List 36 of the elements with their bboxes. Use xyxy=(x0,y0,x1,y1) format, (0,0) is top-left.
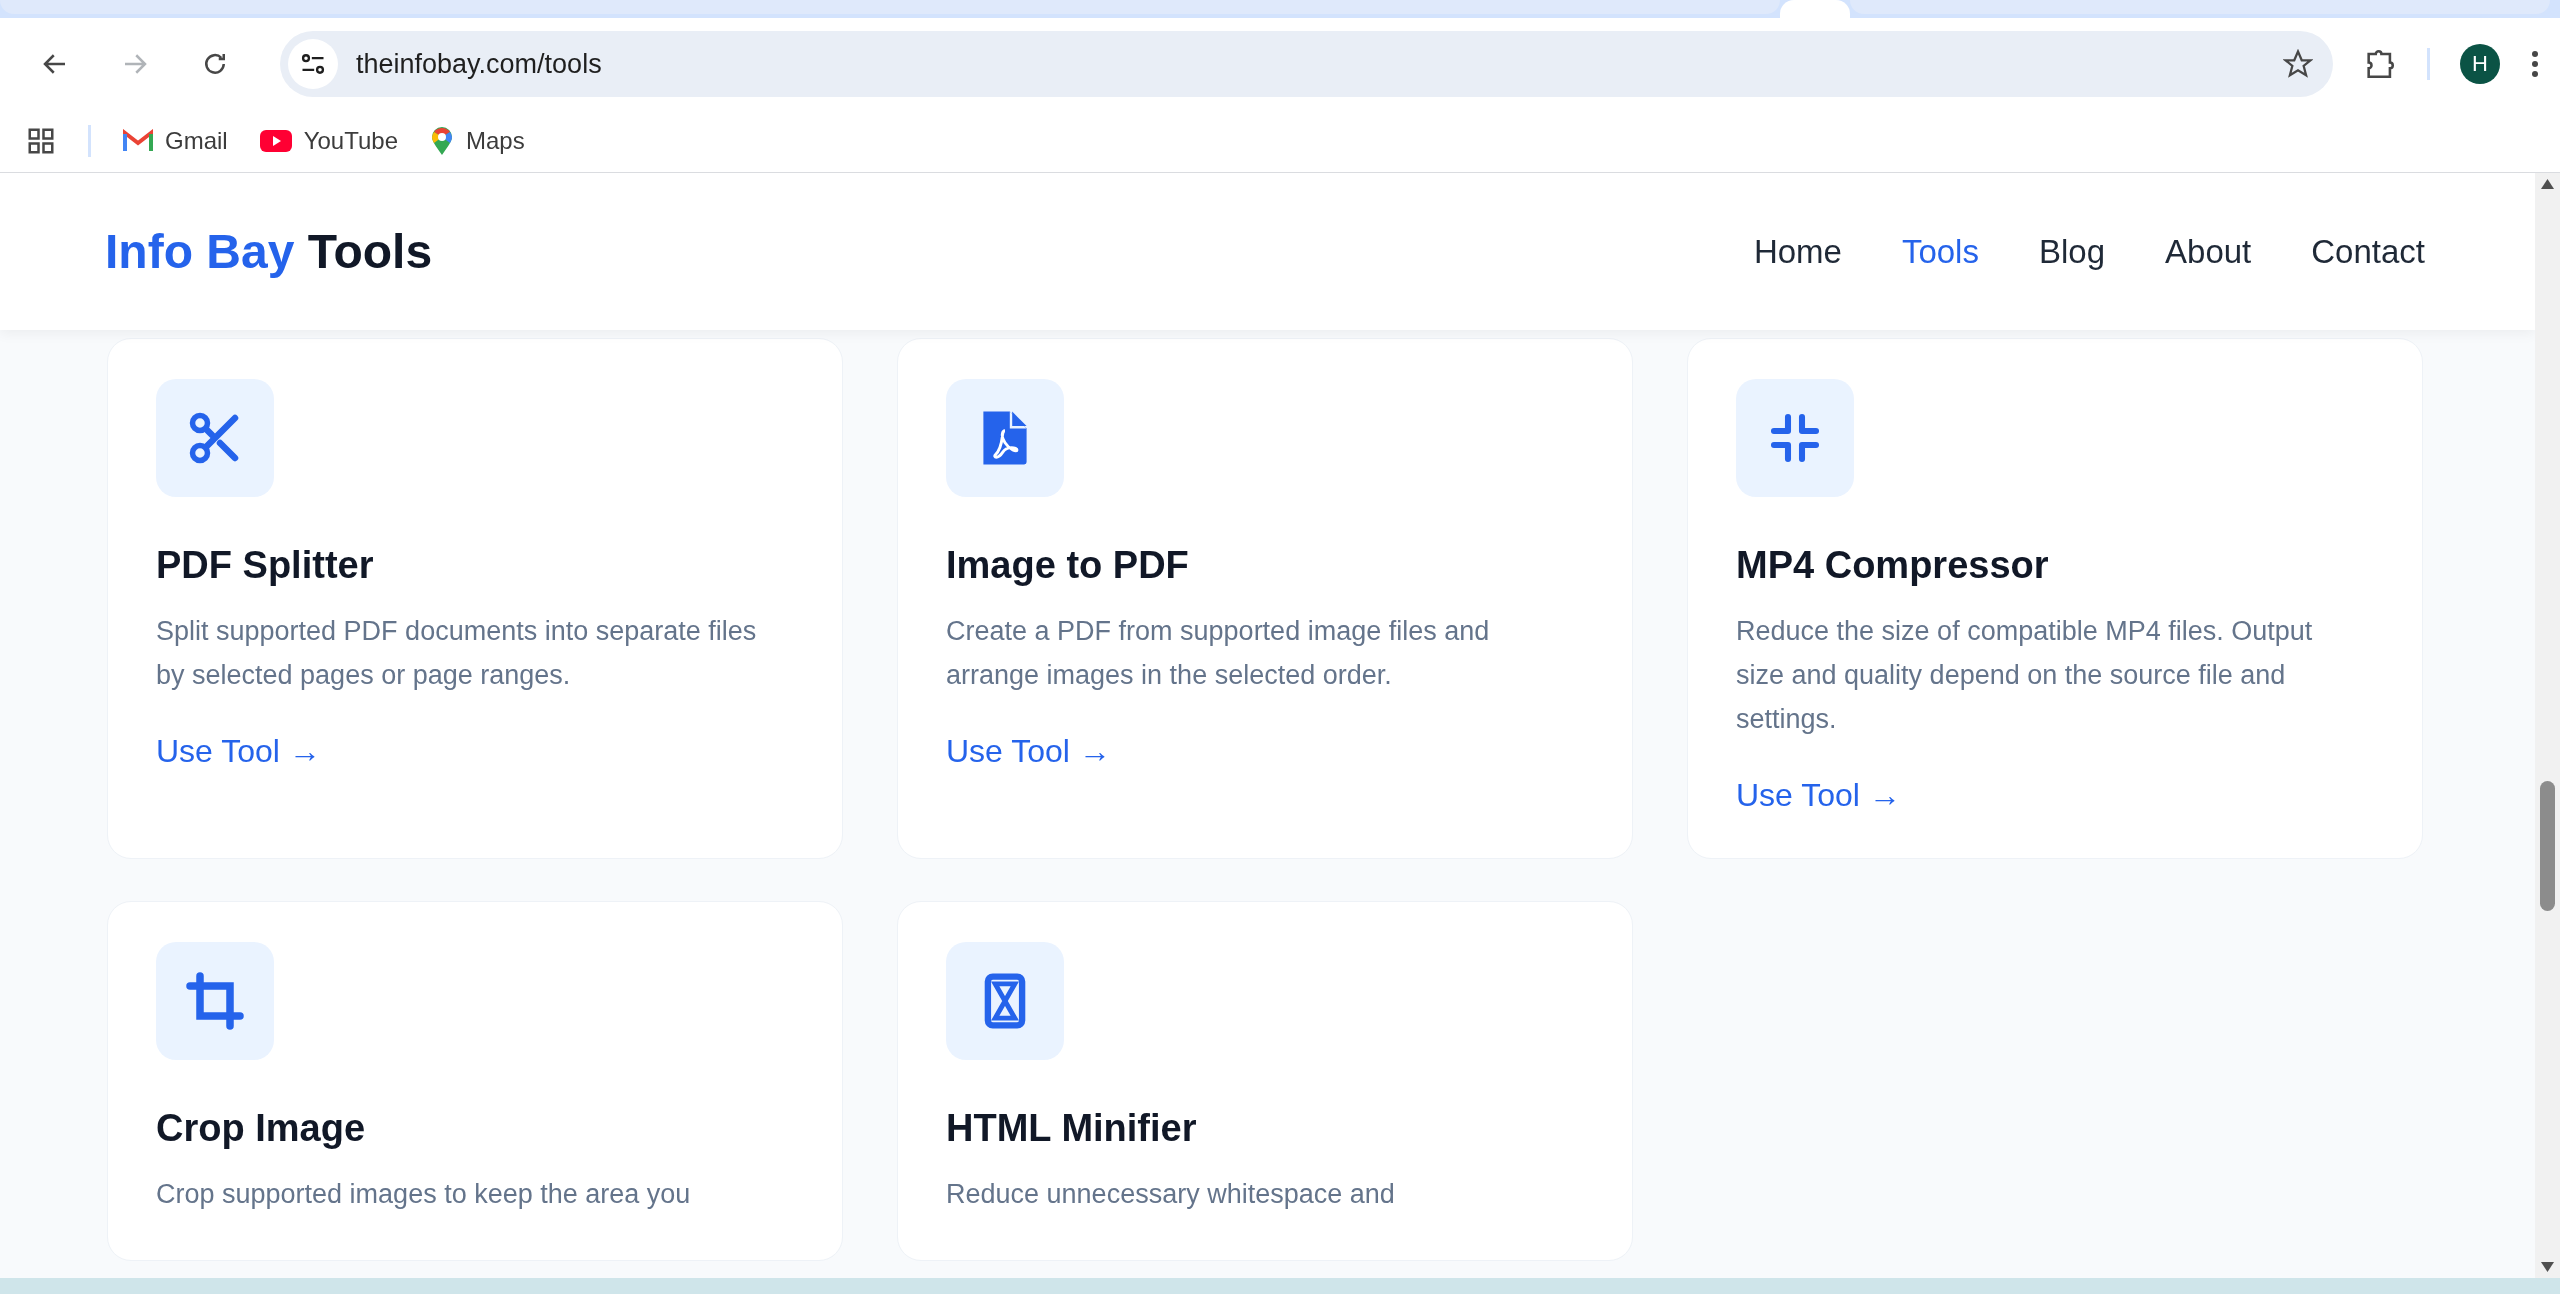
hourglass-icon xyxy=(983,971,1027,1031)
tool-description: Reduce the size of compatible MP4 files. Output size and quality depend on the source file and settings. xyxy=(1736,615,2314,736)
use-tool-link[interactable]: Use Tool → xyxy=(946,733,1111,770)
site-logo[interactable]: Info Bay Tools xyxy=(105,224,433,279)
tool-description: Create a PDF from supported image files and arrange images in the selected order. xyxy=(946,615,1491,692)
tool-description: Crop supported images to keep the area you xyxy=(156,1178,691,1211)
tool-title: Image to PDF xyxy=(946,543,1189,588)
tool-description: Reduce unnecessary whitespace and xyxy=(946,1178,1395,1211)
bookmark-link[interactable]: YouTube xyxy=(303,127,398,155)
nav-link[interactable]: About xyxy=(2165,232,2252,271)
scrollbar-thumb[interactable] xyxy=(2540,781,2555,911)
map-pin-icon xyxy=(430,126,454,156)
tool-title: HTML Minifier xyxy=(946,1106,1197,1151)
star-icon[interactable] xyxy=(2283,49,2313,79)
address-bar[interactable]: theinfobay.com/tools xyxy=(280,31,2333,97)
tool-title: PDF Splitter xyxy=(156,543,374,588)
bookmark-link[interactable]: Gmail xyxy=(165,127,228,155)
tool-title: Crop Image xyxy=(156,1106,366,1151)
tool-title: MP4 Compressor xyxy=(1736,543,2049,588)
scroll-up-icon[interactable] xyxy=(2541,179,2554,189)
mail-icon xyxy=(123,129,153,153)
scroll-down-icon[interactable] xyxy=(2541,1262,2554,1272)
nav-link[interactable]: Home xyxy=(1753,232,1842,271)
nav-link[interactable]: Blog xyxy=(2038,232,2105,271)
use-tool-link[interactable]: Use Tool → xyxy=(156,733,321,770)
nav-link[interactable]: Contact xyxy=(2311,232,2425,271)
crop-icon xyxy=(185,971,245,1031)
play-icon xyxy=(259,130,292,152)
use-tool-link[interactable]: Use Tool → xyxy=(1736,777,1901,814)
url-text[interactable]: theinfobay.com/tools xyxy=(356,48,2265,80)
nav-link[interactable]: Tools xyxy=(1901,232,1979,271)
profile-avatar[interactable]: H xyxy=(2460,44,2500,84)
tool-description: Split supported PDF documents into separate files by selected pages or page ranges. xyxy=(156,615,758,692)
apps-grid-icon[interactable] xyxy=(26,126,56,156)
bookmark-link[interactable]: Maps xyxy=(466,127,525,155)
menu-icon[interactable] xyxy=(2530,49,2540,79)
